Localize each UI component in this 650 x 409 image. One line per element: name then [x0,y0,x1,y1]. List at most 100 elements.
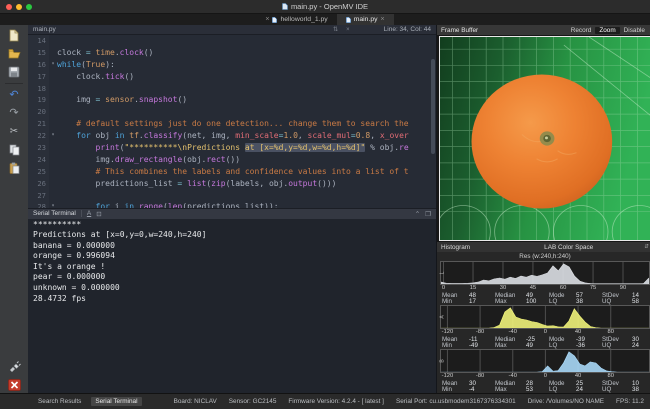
code-token: % obj. [365,143,399,152]
code-token: , [298,131,308,140]
code-line[interactable]: 16▾while(True): [28,59,436,71]
code-line[interactable]: 20 [28,106,436,118]
display-icon[interactable]: ⊡ [96,210,101,218]
code-token: # default settings just do one detection… [76,119,408,128]
chevron-updown-icon[interactable]: ⇵ [644,244,649,250]
cut-button[interactable]: ✂ [5,123,23,140]
code-line[interactable]: 23 print("**********\nPredictions at [x=… [28,142,436,154]
status-item: Serial Port: cu.usbmodem3167376334301 [396,398,516,405]
code-editor[interactable]: 1415clock = time.clock()16▾while(True):1… [28,35,436,208]
line-number: 24 [28,154,49,166]
title-bar: main.py - OpenMV IDE [0,0,650,14]
code-line[interactable]: 27 [28,190,436,202]
histogram-axis: -120-80-4004080 [441,329,649,337]
line-number: 28 [28,201,49,207]
code-line[interactable]: 24 img.draw_rectangle(obj.rect()) [28,154,436,166]
serial-terminal-title: Serial Terminal [33,210,76,217]
redo-button[interactable]: ↷ [5,105,23,122]
code-line[interactable]: 22▾ for obj in tf.classify(net, img, min… [28,130,436,142]
redo-icon: ↷ [9,108,18,119]
zoom-button[interactable]: Zoom [595,27,619,34]
fold-marker [49,142,57,154]
document-selector-arrows-icon[interactable]: ⇅ [329,26,342,33]
save-file-button[interactable] [5,63,23,80]
undo-button[interactable]: ↶ [5,87,23,104]
new-file-button[interactable] [5,27,23,44]
stat-label: Max [495,387,526,393]
code-token: = [96,95,106,104]
close-tab-icon[interactable]: × [265,16,269,23]
code-token: list [187,179,206,188]
fold-marker[interactable]: ▾ [49,201,57,207]
close-tab-icon[interactable]: × [381,16,385,23]
disable-button[interactable]: Disable [620,27,649,34]
collapse-panel-icon[interactable]: ⌃ [415,210,420,218]
record-button[interactable]: Record [567,27,596,34]
axis-tick: 0 [442,285,445,291]
code-line[interactable]: 26 predictions_list = list(zip(labels, o… [28,178,436,190]
code-token: classify [144,131,183,140]
editor-scrollbar[interactable] [431,37,435,206]
code-line[interactable]: 18 [28,83,436,95]
code-token: ): [105,60,115,69]
code-token: clock [57,48,86,57]
document-selector[interactable]: main.py ⇅ × [33,26,354,33]
status-bar: Search Results Serial Terminal Board: NI… [0,393,650,409]
text-options-icon[interactable]: A [87,210,91,217]
stat-value: 24 [576,387,602,393]
axis-tick: 60 [560,285,566,291]
code-token: print [96,143,120,152]
color-space-dropdown[interactable]: LAB Color Space [493,244,644,251]
serial-terminal-output[interactable]: **********Predictions at [x=0,y=0,w=240,… [28,219,436,394]
document-selector-label: main.py [33,26,56,33]
axis-tick: -80 [476,329,484,335]
fold-marker[interactable]: ▾ [49,130,57,142]
paste-button[interactable] [5,159,23,176]
code-token: () [177,95,187,104]
frame-buffer-view[interactable] [437,35,650,242]
scrollbar-thumb[interactable] [431,59,435,154]
code-line-text: img = sensor.snapshot() [57,94,436,106]
tab-main[interactable]: main.py × [337,14,394,25]
code-token: (obj. [182,155,206,164]
copy-button[interactable] [5,141,23,158]
status-item: Sensor: GC2145 [229,398,277,405]
code-line-text: # This combines the labels and confidenc… [57,166,436,178]
line-number: 17 [28,71,49,83]
code-line[interactable]: 17 clock.tick() [28,71,436,83]
editor-tab-bar: × helloworld_1.py main.py × [0,14,650,25]
toolbar-divider [5,83,23,84]
detach-panel-icon[interactable]: ❐ [425,210,431,218]
line-number: 18 [28,83,49,95]
axis-tick: 80 [607,329,613,335]
code-line[interactable]: 19 img = sensor.snapshot() [28,94,436,106]
document-close-icon[interactable]: × [342,27,354,33]
search-results-tab[interactable]: Search Results [34,397,85,406]
code-token: draw_rectangle [115,155,182,164]
code-line[interactable]: 25 # This combines the labels and confid… [28,166,436,178]
code-line-text: clock = time.clock() [57,47,436,59]
code-line[interactable]: 21 # default settings just do one detect… [28,118,436,130]
stat-label: Min [442,387,469,393]
terminal-line: 28.4732 fps [33,294,431,305]
tab-helloworld[interactable]: × helloworld_1.py [256,14,336,25]
code-line[interactable]: 15clock = time.clock() [28,47,436,59]
code-line[interactable]: 28▾ for i in range(len(predictions_list)… [28,201,436,207]
connect-button[interactable] [5,358,23,375]
disconnect-button[interactable] [5,376,23,393]
resolution-label: Res (w:240,h:240) [437,252,650,261]
code-line-text [57,106,436,118]
serial-terminal-tab[interactable]: Serial Terminal [91,397,141,406]
axis-tick: 0 [544,373,547,379]
open-file-button[interactable] [5,45,23,62]
fold-marker [49,118,57,130]
code-token: # This combines the labels and confidenc… [96,167,409,176]
editor-toolbar: main.py ⇅ × Line: 34, Col: 44 [28,25,436,35]
fold-marker[interactable]: ▾ [49,59,57,71]
axis-tick: 45 [530,285,536,291]
code-line-text: predictions_list = list(zip(labels, obj.… [57,178,436,190]
code-token: zip [211,179,225,188]
code-token: x_over [380,131,409,140]
code-line[interactable]: 14 [28,35,436,47]
code-token: min_scale [235,131,278,140]
